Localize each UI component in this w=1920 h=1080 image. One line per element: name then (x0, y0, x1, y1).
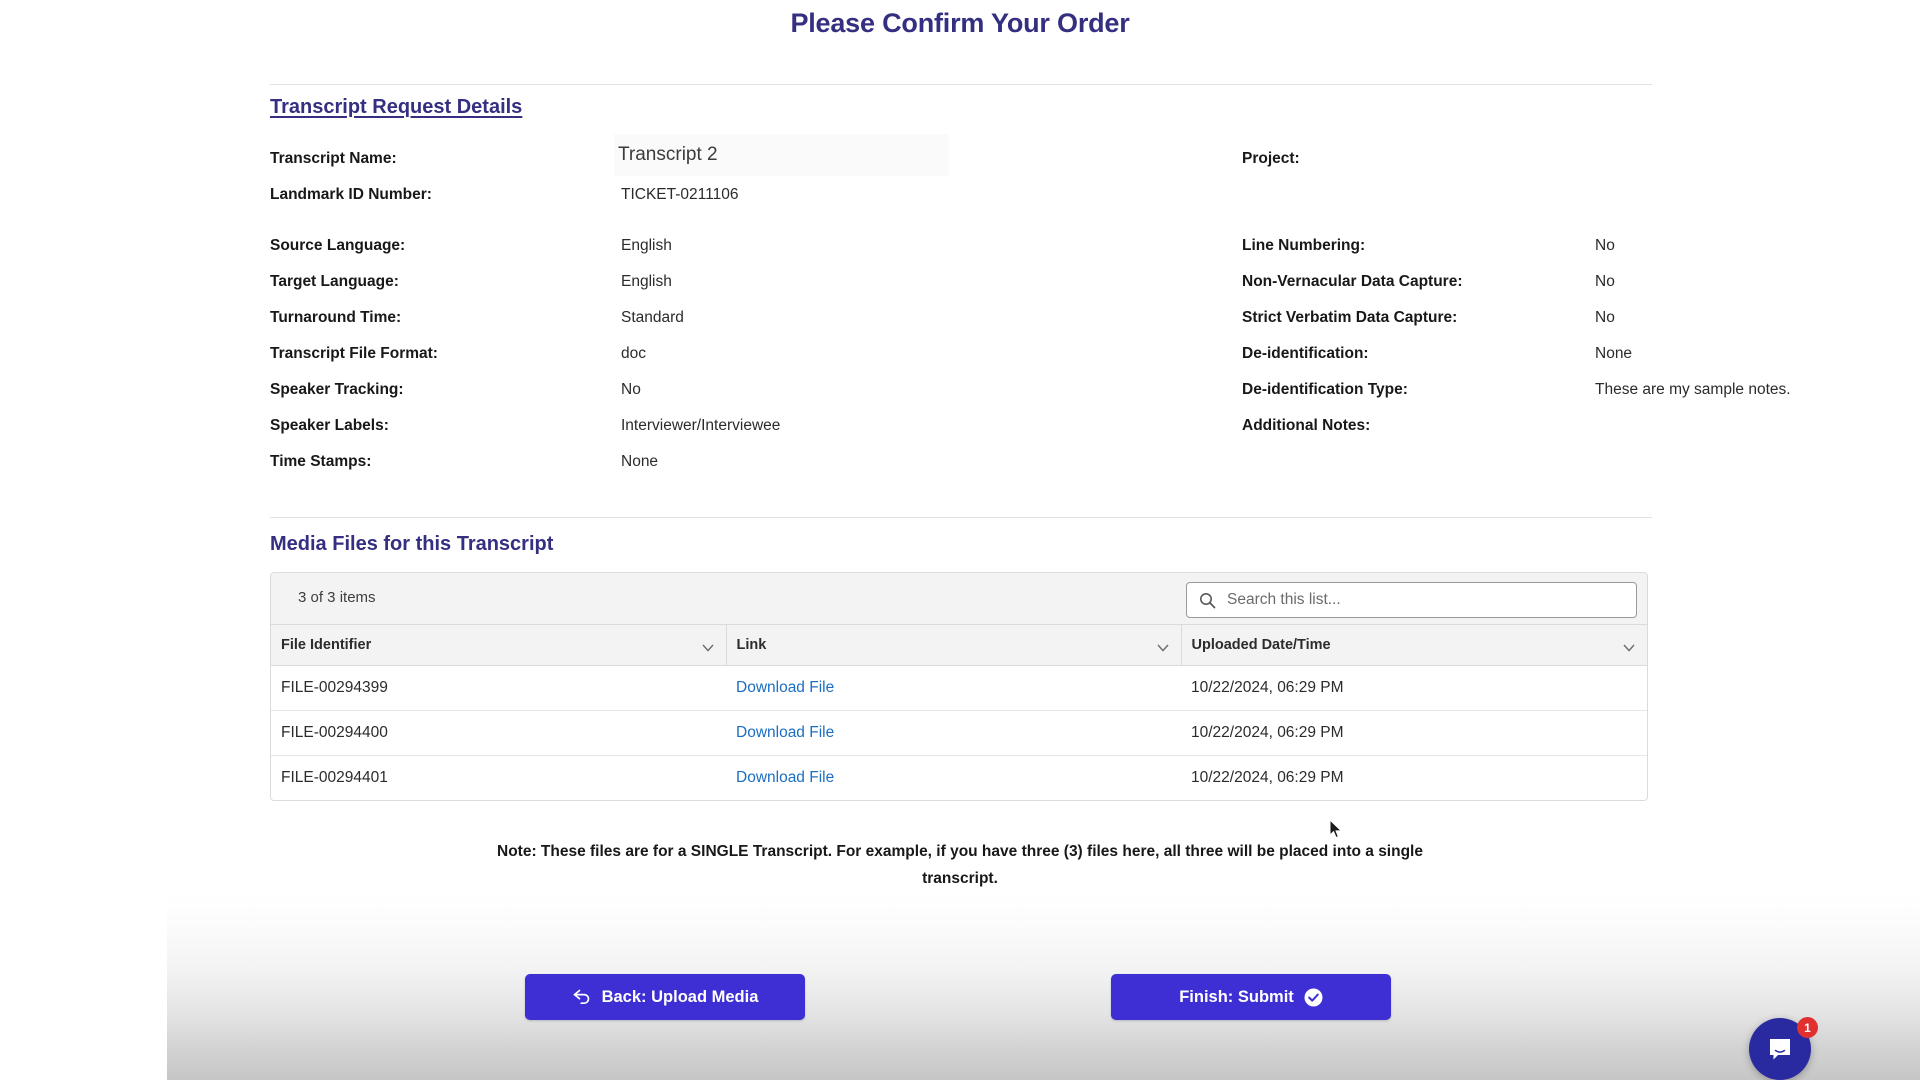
detail-value: Interviewer/Interviewee (621, 417, 781, 434)
items-count-label: 3 of 3 items (298, 589, 376, 606)
download-file-link[interactable]: Download File (736, 769, 834, 786)
back-button-label: Back: Upload Media (601, 987, 759, 1006)
page-title: Please Confirm Your Order (790, 8, 1130, 38)
detail-label: Additional Notes: (1242, 417, 1371, 434)
detail-label: Transcript Name: (270, 150, 397, 167)
detail-label: Landmark ID Number: (270, 186, 432, 203)
note-line-1: Note: These files are for a SINGLE Trans… (497, 843, 1275, 860)
cell-file-identifier: FILE-00294401 (281, 768, 388, 786)
chat-unread-badge: 1 (1797, 1017, 1818, 1038)
check-circle-icon (1304, 988, 1323, 1007)
column-header-label: Uploaded Date/Time (1191, 636, 1331, 653)
detail-label: Project: (1242, 150, 1300, 167)
finish-button-label: Finish: Submit (1179, 987, 1294, 1006)
detail-label: Non-Vernacular Data Capture: (1242, 273, 1463, 290)
column-header-label: File Identifier (281, 636, 372, 653)
footer-gradient-backdrop (167, 895, 1920, 1080)
detail-label: Target Language: (270, 273, 399, 290)
detail-label: Transcript File Format: (270, 345, 438, 362)
detail-value: These are my sample notes. (1595, 381, 1791, 398)
chevron-down-icon[interactable] (1623, 640, 1635, 652)
column-header-link[interactable]: Link (726, 625, 1182, 666)
detail-label: Turnaround Time: (270, 309, 402, 326)
media-files-heading: Media Files for this Transcript (270, 533, 554, 555)
detail-label: Strict Verbatim Data Capture: (1242, 309, 1458, 326)
detail-label: De-identification Type: (1242, 381, 1408, 398)
cell-link: Download File (726, 710, 1181, 756)
column-header-uploaded-date-time[interactable]: Uploaded Date/Time (1181, 625, 1647, 666)
order-confirmation-page: Please Confirm Your Order Transcript Req… (0, 0, 1920, 1080)
download-file-link[interactable]: Download File (736, 679, 834, 696)
table-header-row: File Identifier Link Uploaded Date/Time (271, 625, 1647, 666)
search-box[interactable] (1186, 582, 1637, 618)
divider-middle (270, 517, 1652, 518)
table-row: FILE-00294401 Download File 10/22/2024, … (271, 755, 1647, 800)
table-body: FILE-00294399 Download File 10/22/2024, … (271, 665, 1647, 800)
detail-value: English (621, 237, 672, 254)
detail-label: Speaker Labels: (270, 417, 389, 434)
detail-label: Time Stamps: (270, 453, 372, 470)
detail-label: De-identification: (1242, 345, 1369, 362)
table-header: File Identifier Link Uploaded Date/Time (271, 625, 1647, 666)
detail-value: Standard (621, 309, 684, 326)
back-upload-media-button[interactable]: Back: Upload Media (525, 974, 805, 1020)
chevron-down-icon[interactable] (701, 640, 714, 652)
detail-label: Speaker Tracking: (270, 381, 404, 398)
detail-value: No (1595, 237, 1615, 254)
detail-value: None (1595, 345, 1633, 362)
column-header-file-identifier[interactable]: File Identifier (271, 625, 727, 666)
detail-value: None (621, 453, 659, 470)
table-row: FILE-00294400 Download File 10/22/2024, … (271, 710, 1647, 756)
detail-label: Source Language: (270, 237, 406, 254)
chat-bubble-icon (1770, 1039, 1790, 1060)
detail-label: Line Numbering: (1242, 237, 1366, 254)
detail-value: English (621, 273, 672, 290)
finish-submit-button[interactable]: Finish: Submit (1111, 974, 1391, 1020)
cell-uploaded: 10/22/2024, 06:29 PM (1181, 710, 1647, 756)
cell-uploaded: 10/22/2024, 06:29 PM (1181, 665, 1647, 711)
download-file-link[interactable]: Download File (736, 724, 834, 741)
cell-link: Download File (726, 755, 1181, 800)
detail-value: No (621, 381, 641, 398)
divider-top (270, 84, 1652, 85)
detail-value: TICKET-0211106 (621, 186, 739, 203)
back-arrow-icon (572, 988, 592, 1006)
detail-value: doc (621, 345, 646, 362)
search-input[interactable] (1225, 583, 1625, 617)
transcript-name-value: Transcript 2 (618, 144, 718, 165)
table-row: FILE-00294399 Download File 10/22/2024, … (271, 665, 1647, 711)
cell-link: Download File (726, 665, 1181, 711)
cell-file-identifier: FILE-00294400 (271, 710, 726, 756)
search-icon (1199, 592, 1216, 609)
table-toolbar: 3 of 3 items (271, 573, 1647, 625)
chevron-down-icon[interactable] (1156, 640, 1169, 652)
column-header-label: Link (736, 636, 767, 653)
cell-uploaded: 10/22/2024, 06:29 PM (1191, 768, 1344, 786)
mouse-cursor (1329, 818, 1343, 839)
cell-file-identifier: FILE-00294399 (271, 665, 726, 711)
media-files-table-container: 3 of 3 items File Identifier (270, 572, 1648, 801)
detail-value: No (1595, 309, 1615, 326)
detail-value: No (1595, 273, 1615, 290)
single-transcript-note: Note: These files are for a SINGLE Trans… (460, 838, 1460, 892)
transcript-request-details-heading: Transcript Request Details (270, 96, 523, 118)
media-files-table: File Identifier Link Uploaded Date/Time (271, 625, 1647, 800)
